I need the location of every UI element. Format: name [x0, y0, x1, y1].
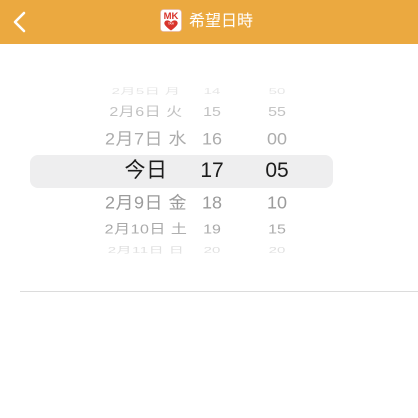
- minute-option-selected[interactable]: 05: [257, 157, 297, 185]
- picker-row: 2月5日 月 14 50: [0, 86, 418, 100]
- minute-option[interactable]: 15: [257, 219, 297, 242]
- header-bar: MK TAXI 希望日時: [0, 0, 418, 44]
- minute-option[interactable]: 10: [257, 190, 297, 217]
- picker-row: 2月10日 土 19 15: [0, 219, 418, 242]
- hour-option[interactable]: 18: [192, 190, 232, 217]
- hour-option[interactable]: 19: [192, 219, 232, 242]
- hour-option[interactable]: 15: [192, 102, 232, 124]
- hour-option[interactable]: 20: [192, 243, 232, 256]
- picker-row: 2月6日 火 15 55: [0, 102, 418, 124]
- minute-option[interactable]: 20: [257, 243, 297, 256]
- divider: [20, 291, 418, 292]
- mk-taxi-logo: MK TAXI: [160, 9, 182, 32]
- svg-text:MK: MK: [164, 11, 179, 22]
- chevron-left-icon: [13, 11, 26, 33]
- hour-option[interactable]: 14: [192, 86, 232, 100]
- date-time-picker[interactable]: 2月5日 月 14 50 2月6日 火 15 55 2月7日 水 16 00 今…: [0, 86, 418, 256]
- picker-row: 2月7日 水 16 00: [0, 126, 418, 152]
- hour-option[interactable]: 16: [192, 126, 232, 152]
- hour-option-selected[interactable]: 17: [192, 157, 232, 185]
- picker-row: 2月9日 金 18 10: [0, 190, 418, 217]
- minute-option[interactable]: 50: [257, 86, 297, 100]
- svg-text:TAXI: TAXI: [168, 22, 174, 26]
- picker-row-selected: 今日 17 05: [0, 157, 418, 185]
- page-title: 希望日時: [189, 13, 254, 30]
- minute-option[interactable]: 55: [257, 102, 297, 124]
- picker-row: 2月11日 日 20 20: [0, 243, 418, 256]
- back-button[interactable]: [8, 6, 34, 38]
- minute-option[interactable]: 00: [257, 126, 297, 152]
